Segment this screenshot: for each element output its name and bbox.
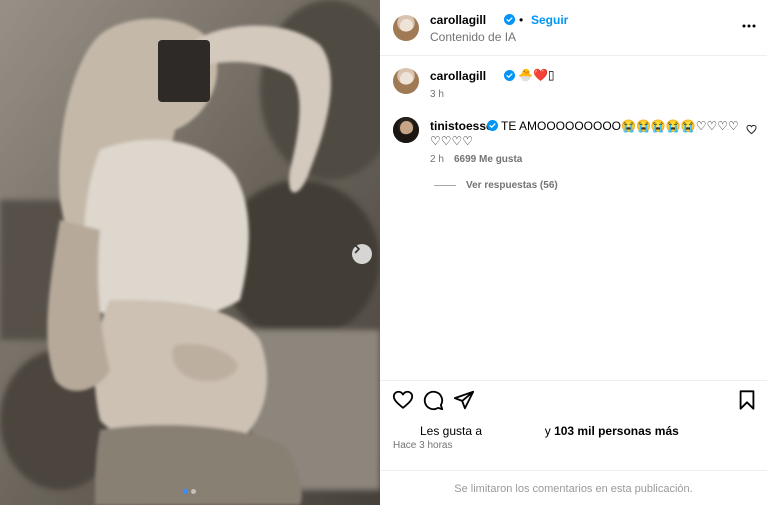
carousel-indicator: [183, 489, 196, 494]
comment-icon[interactable]: [422, 389, 444, 411]
heart-icon[interactable]: [392, 389, 414, 411]
separator-dot: •: [519, 13, 524, 27]
more-horizontal-icon[interactable]: [741, 18, 757, 34]
actions-divider: [380, 380, 767, 381]
caption-author-avatar[interactable]: [393, 68, 419, 94]
post-time[interactable]: Hace 3 horas: [393, 440, 452, 451]
comment-text-line1: TE AMOOOOOOOOO😭😭😭😭😭♡♡♡♡: [501, 119, 739, 133]
replies-line: [434, 185, 456, 186]
bookmark-icon[interactable]: [736, 389, 758, 411]
comment-time[interactable]: 2 h: [430, 154, 444, 165]
view-replies-label: Ver respuestas (56): [466, 180, 558, 191]
comments-limited-notice: Se limitaron los comentarios en esta pub…: [454, 483, 693, 495]
likes-summary: Les gusta a y 103 mil personas más: [420, 424, 679, 438]
verified-badge-icon: [487, 120, 498, 131]
likes-prefix: Les gusta a: [420, 424, 483, 438]
caption-time[interactable]: 3 h: [430, 89, 444, 100]
comment-avatar[interactable]: [393, 117, 419, 143]
follow-button[interactable]: Seguir: [531, 13, 568, 27]
post-panel: carollagill • Seguir Contenido de IA car…: [380, 0, 767, 505]
comment-text-line2: ♡♡♡♡: [430, 134, 474, 148]
verified-badge-icon: [504, 70, 515, 81]
ai-content-label[interactable]: Contenido de IA: [430, 30, 516, 44]
redacted-username[interactable]: [485, 425, 541, 435]
carousel-dot: [191, 489, 196, 494]
paper-plane-icon[interactable]: [453, 389, 475, 411]
comment-likes-count[interactable]: 6699 Me gusta: [454, 154, 522, 165]
likes-suffix: y: [544, 424, 551, 438]
likes-count[interactable]: 103 mil personas más: [554, 424, 679, 438]
verified-badge-icon: [504, 14, 515, 25]
carousel-dot-active: [183, 489, 188, 494]
photo-image: [0, 0, 380, 505]
author-avatar[interactable]: [393, 15, 419, 41]
chevron-right-icon: [354, 244, 360, 254]
comments-limited-bar: Se limitaron los comentarios en esta pub…: [380, 470, 767, 505]
caption-username[interactable]: carollagill: [430, 69, 486, 83]
post-header: carollagill • Seguir Contenido de IA: [380, 0, 767, 56]
view-replies-button[interactable]: Ver respuestas (56): [434, 180, 558, 191]
comment-like-heart-icon[interactable]: [746, 124, 757, 135]
carousel-next-button[interactable]: [352, 244, 372, 264]
caption-text: 🐣❤️▯: [518, 68, 555, 82]
post-photo: [0, 0, 380, 505]
author-username[interactable]: carollagill: [430, 13, 486, 27]
